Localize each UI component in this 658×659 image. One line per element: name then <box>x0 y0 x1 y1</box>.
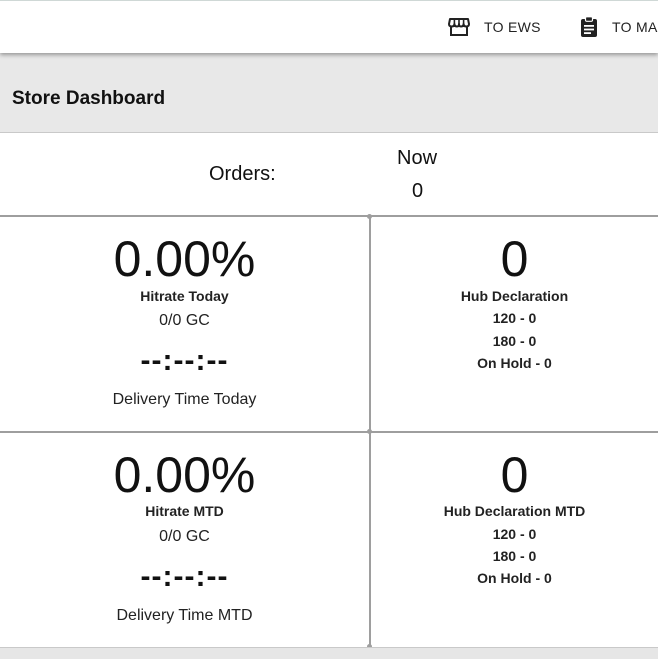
orders-label: Orders: <box>209 163 276 185</box>
hub-declaration-mtd-label: Hub Declaration MTD <box>443 503 586 519</box>
hub-declaration-mtd-card: 0 Hub Declaration MTD 120 - 0 180 - 0 On… <box>371 433 658 647</box>
store-icon <box>448 17 484 37</box>
hitrate-today-label: Hitrate Today <box>140 288 229 304</box>
delivery-time-today-label: Delivery Time Today <box>112 391 257 408</box>
grid-junction-dot <box>367 214 372 219</box>
hub-120-value: 120 - 0 <box>492 310 537 326</box>
orders-summary: Orders: Now 0 <box>0 133 658 217</box>
hitrate-mtd-label: Hitrate MTD <box>145 503 224 519</box>
gc-mtd-value: 0/0 GC <box>159 528 210 545</box>
clipboard-icon <box>580 16 612 38</box>
hub-on-hold-value: On Hold - 0 <box>477 355 552 371</box>
orders-now-value: 0 <box>412 180 424 202</box>
hub-mtd-180-value: 180 - 0 <box>492 548 537 564</box>
delivery-time-mtd-label: Delivery Time MTD <box>116 607 253 624</box>
page-title: Store Dashboard <box>12 88 166 109</box>
hitrate-mtd-value: 0.00% <box>113 447 256 503</box>
to-ews-label: TO EWS <box>484 19 541 35</box>
top-app-bar: TO EWS TO MA <box>0 0 658 53</box>
hub-180-value: 180 - 0 <box>492 333 537 349</box>
hub-declaration-mtd-value: 0 <box>500 447 529 503</box>
orders-now-label: Now <box>397 147 438 169</box>
gc-today-value: 0/0 GC <box>159 312 210 329</box>
delivery-time-today-value: --:--:-- <box>140 344 229 377</box>
hub-mtd-120-value: 120 - 0 <box>492 526 537 542</box>
today-stats-card: 0.00% Hitrate Today 0/0 GC --:--:-- Deli… <box>0 217 369 431</box>
hub-declaration-card: 0 Hub Declaration 120 - 0 180 - 0 On Hol… <box>371 217 658 431</box>
delivery-time-mtd-value: --:--:-- <box>140 560 229 593</box>
to-ma-label: TO MA <box>612 19 658 35</box>
hub-mtd-on-hold-value: On Hold - 0 <box>477 570 552 586</box>
page-header: Store Dashboard <box>0 52 658 133</box>
mtd-stats-card: 0.00% Hitrate MTD 0/0 GC --:--:-- Delive… <box>0 433 369 647</box>
to-ews-button[interactable]: TO EWS <box>448 1 541 53</box>
hub-declaration-label: Hub Declaration <box>460 288 569 304</box>
grid-horizontal-divider <box>0 431 658 433</box>
grid-junction-dot <box>367 429 372 434</box>
footer-strip <box>0 647 658 659</box>
to-ma-button[interactable]: TO MA <box>580 1 658 53</box>
hitrate-today-value: 0.00% <box>113 231 256 287</box>
hub-declaration-value: 0 <box>500 231 529 287</box>
